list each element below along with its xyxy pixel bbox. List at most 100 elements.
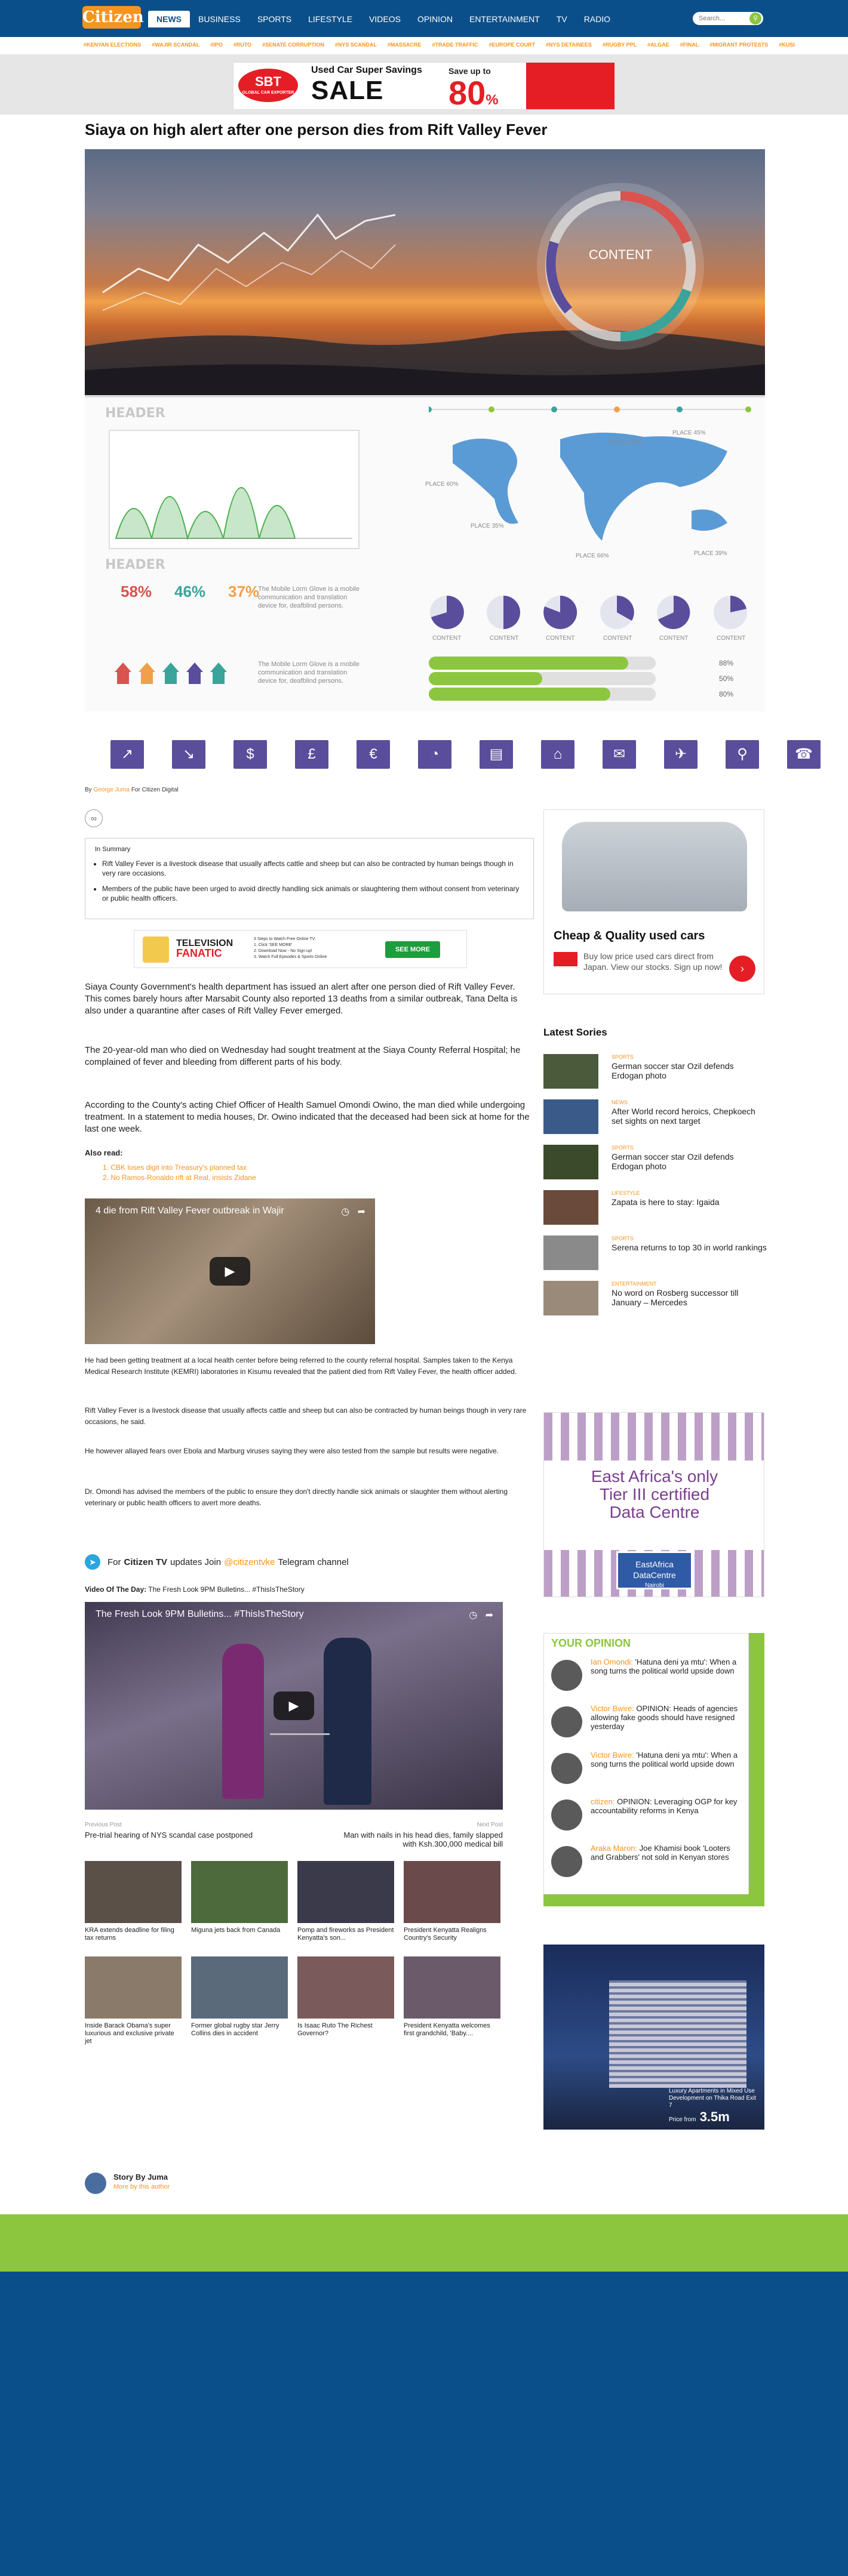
used-car-ad[interactable]: Cheap & Quality used cars Buy low price … <box>543 809 764 994</box>
trending-tag[interactable]: #SENATE CORRUPTION <box>262 42 324 48</box>
article-paragraph: He however allayed fears over Ebola and … <box>85 1447 499 1455</box>
latest-story[interactable]: ENTERTAINMENT No word on Rosberg successo… <box>543 1281 764 1317</box>
also-read-link[interactable]: 2. No Ramos-Ronaldo rift at Real, insist… <box>103 1173 256 1183</box>
previous-post-link[interactable]: Previous Post Pre-trial hearing of NYS s… <box>85 1822 253 1839</box>
nav-lifestyle[interactable]: LIFESTYLE <box>300 11 361 27</box>
house-icons <box>115 663 227 684</box>
related-post[interactable]: Inside Barack Obama's super luxurious an… <box>85 1956 182 2046</box>
trending-tags-bar: #KENYAN ELECTIONS #WAJIR SCANDAL #IPO #R… <box>0 37 848 55</box>
nav-videos[interactable]: VIDEOS <box>361 11 409 27</box>
icon-bar: ↗ ↘ $ £ € ◔ ▤ ⌂ ✉ ✈ ⚲ ☎ ↧ <box>110 740 848 769</box>
ad-headline: Used Car Super Savings SALE <box>311 65 422 105</box>
see-more-button[interactable]: SEE MORE <box>385 941 440 958</box>
footer-top-band <box>0 2214 848 2272</box>
related-post[interactable]: Is Isaac Ruto The Richest Governor? <box>297 1956 394 2046</box>
trending-tag[interactable]: #MASSACRE <box>388 42 422 48</box>
trending-tag[interactable]: #EUROPE COURT <box>488 42 535 48</box>
video-of-the-day-player[interactable]: The Fresh Look 9PM Bulletins... #ThisIsT… <box>85 1602 503 1810</box>
trending-tag[interactable]: #NYS DETAINEES <box>546 42 592 48</box>
pie-row <box>430 595 747 629</box>
pie-label: CONTENT <box>659 635 689 642</box>
trending-tag[interactable]: #KUSI <box>779 42 795 48</box>
next-post-link[interactable]: Next Post Man with nails in his head die… <box>330 1822 503 1848</box>
related-post[interactable]: Miguna jets back from Canada <box>191 1861 288 1951</box>
real-estate-ad[interactable]: Luxury Apartments in Mixed Use Developme… <box>543 1945 764 2130</box>
author-name: Story By Juma <box>113 2173 168 2181</box>
trending-tag[interactable]: #RUGBY PPL <box>603 42 637 48</box>
pie-icon: ◔ <box>418 740 451 769</box>
more-by-author-link[interactable]: More by this author <box>113 2183 170 2190</box>
story-thumbnail <box>543 1145 598 1179</box>
nav-sports[interactable]: SPORTS <box>249 11 300 27</box>
related-post[interactable]: Pomp and fireworks as President Kenyatta… <box>297 1861 394 1951</box>
related-post[interactable]: President Kenyatta welcomes first grandc… <box>404 1956 500 2046</box>
trending-tag[interactable]: #KENYAN ELECTIONS <box>84 42 141 48</box>
opinion-item[interactable]: Ian Omondi: 'Hatuna deni ya mtu': When a… <box>551 1657 742 1700</box>
euro-icon: € <box>357 740 390 769</box>
progress-bar <box>429 672 656 685</box>
nav-business[interactable]: BUSINESS <box>190 11 249 27</box>
dollar-icon: $ <box>233 740 267 769</box>
avatar <box>551 1706 582 1737</box>
opinion-item[interactable]: Victor Bwire: OPINION: Heads of agencies… <box>551 1704 742 1747</box>
progress-bar <box>429 657 656 670</box>
people-percent: 46% <box>174 583 206 600</box>
ad-red-band <box>526 63 615 109</box>
nav-opinion[interactable]: OPINION <box>409 11 461 27</box>
data-centre-ad[interactable]: East Africa's only Tier III certified Data… <box>543 1412 764 1597</box>
re-ad-price: Price from 3.5m <box>669 2109 730 2124</box>
ad-percent: 80% <box>448 74 499 110</box>
trending-tag[interactable]: #MIGRANT PROTESTS <box>709 42 768 48</box>
author-link[interactable]: George Juma <box>93 787 130 793</box>
nav-entertainment[interactable]: ENTERTAINMENT <box>461 11 548 27</box>
opinion-item[interactable]: citizen: OPINION: Leveraging OGP for key… <box>551 1797 742 1840</box>
latest-story[interactable]: NEWS After World record heroics, Chepkoec… <box>543 1099 764 1135</box>
nav-news[interactable]: NEWS <box>148 11 190 27</box>
trending-tag[interactable]: #FINAL <box>680 42 699 48</box>
related-post[interactable]: President Kenyatta Realigns Country's Se… <box>404 1861 500 1951</box>
opinion-item[interactable]: Victor Bwire: 'Hatuna deni ya mtu': When… <box>551 1751 742 1794</box>
nav-tv[interactable]: TV <box>548 11 576 27</box>
telegram-icon: ➤ <box>85 1554 100 1570</box>
chevron-right-icon[interactable]: › <box>729 956 755 982</box>
latest-story[interactable]: LIFESTYLE Zapata is here to stay: Igaida <box>543 1190 764 1226</box>
latest-story[interactable]: SPORTS Serena returns to top 30 in world … <box>543 1235 767 1271</box>
infographic-header-2: HEADER <box>105 557 165 572</box>
also-read-list: 1. CBK loses digit into Treasury's plann… <box>103 1163 256 1183</box>
share-icon[interactable]: ∞ <box>85 809 103 827</box>
citizen-logo[interactable]: Citizen <box>82 6 144 29</box>
sbt-banner-ad[interactable]: SBT GLOBAL CAR EXPORTER Used Car Super S… <box>233 62 615 110</box>
trending-tag[interactable]: #IPO <box>210 42 223 48</box>
clock-icon[interactable]: ◷ <box>341 1207 349 1217</box>
trending-tag[interactable]: #WAJIR SCANDAL <box>152 42 199 48</box>
article-paragraph: Rift Valley Fever is a livestock disease… <box>85 1406 527 1426</box>
telegram-link[interactable]: @citizentvke <box>224 1557 275 1567</box>
trending-tag[interactable]: #NYS SCANDAL <box>335 42 377 48</box>
hero-illustration <box>85 183 765 395</box>
television-fanatic-ad[interactable]: TELEVISION FANATIC 3 Steps to Watch Free … <box>134 930 467 968</box>
opinion-item[interactable]: Araka Maron: Joe Khamisi book 'Looters a… <box>551 1844 742 1887</box>
chart-up-icon: ↗ <box>110 740 144 769</box>
embedded-video-player[interactable]: 4 die from Rift Valley Fever outbreak in… <box>85 1198 375 1344</box>
latest-story[interactable]: SPORTS German soccer star Ozil defends Er… <box>543 1054 764 1090</box>
world-map <box>429 406 751 541</box>
share-icon[interactable]: ➦ <box>486 1610 493 1620</box>
nav-radio[interactable]: RADIO <box>576 11 619 27</box>
article-paragraph: The 20-year-old man who died on Wednesda… <box>85 1045 521 1067</box>
latest-story[interactable]: SPORTS German soccer star Ozil defends Er… <box>543 1145 764 1181</box>
dc-ad-text: East Africa's only Tier III certified Data… <box>591 1467 718 1521</box>
trending-tag[interactable]: #RUTO <box>233 42 251 48</box>
share-icon[interactable]: ➦ <box>358 1207 365 1217</box>
trending-tag[interactable]: #ALGAE <box>647 42 669 48</box>
clock-icon[interactable]: ◷ <box>469 1610 477 1620</box>
related-post[interactable]: KRA extends deadline for filing tax retu… <box>85 1861 182 1951</box>
also-read-link[interactable]: 1. CBK loses digit into Treasury's plann… <box>103 1163 256 1173</box>
search-icon[interactable]: ⚲ <box>749 13 761 24</box>
play-button[interactable]: ▶ <box>274 1691 314 1720</box>
play-button[interactable]: ▶ <box>210 1257 250 1286</box>
pie-label: CONTENT <box>717 635 746 642</box>
related-post[interactable]: Former global rugby star Jerry Collins d… <box>191 1956 288 2046</box>
trending-tag[interactable]: #TRADE TRAFFIC <box>432 42 478 48</box>
avatar <box>551 1799 582 1831</box>
tv-ad-logo: TELEVISION FANATIC <box>176 938 233 959</box>
